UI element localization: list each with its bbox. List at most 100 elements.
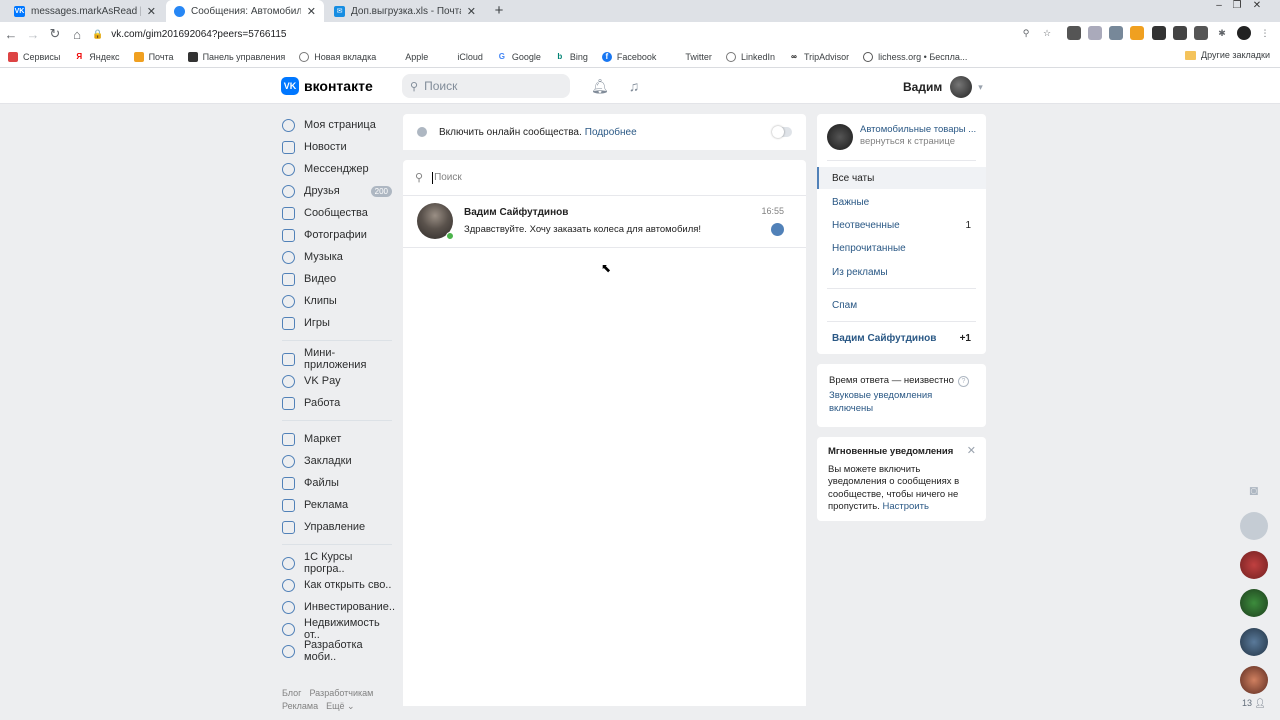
bookmark-newtab[interactable]: Новая вкладка [299,51,376,62]
close-window-icon[interactable]: ✕ [1250,0,1264,14]
close-tab-icon[interactable]: ✕ [307,5,316,18]
chats-count[interactable]: 13 👤︎ [1242,698,1266,709]
nav-messenger[interactable]: Мессенджер [282,158,392,180]
extension-icon[interactable] [1130,26,1144,40]
filter-unanswered[interactable]: Неотвеченные 1 [817,214,986,236]
browser-tab-3[interactable]: ✉ Доп.выгрузка.xls - Почта Mail.ru ✕ [326,0,484,22]
reload-icon[interactable]: ↻ [44,26,66,42]
bookmark-google[interactable]: G Google [496,51,541,62]
back-to-page-link[interactable]: вернуться к странице [860,136,976,148]
camera-icon[interactable]: ◙ [1240,476,1268,504]
sound-notifications-link[interactable]: Звуковые уведомления включены [829,389,974,415]
chat-avatar[interactable] [1240,589,1268,617]
extension-icon[interactable] [1173,26,1187,40]
extension-icon[interactable] [1152,26,1166,40]
nav-photos[interactable]: Фотографии [282,224,392,246]
online-toggle[interactable] [772,126,792,138]
bookmark-icloud[interactable]: iCloud [442,51,483,62]
puzzle-icon[interactable]: ✱ [1215,26,1229,40]
zoom-icon[interactable]: ⚲ [1019,26,1033,40]
nav-files[interactable]: Файлы [282,472,392,494]
new-tab-button[interactable]: + [490,2,508,20]
home-icon[interactable]: ⌂ [66,27,88,42]
extension-icon[interactable] [1109,26,1123,40]
nav-group-realty[interactable]: Недвижимость от.. [282,617,392,641]
footer-devs-link[interactable]: Разработчикам [309,688,373,698]
menu-icon[interactable]: ⋮ [1258,26,1272,40]
nav-group-business[interactable]: Как открыть сво.. [282,574,392,596]
filter-spam[interactable]: Спам [817,294,986,316]
vk-logo[interactable]: VK вконтакте [281,77,373,95]
forward-icon[interactable]: → [22,27,44,42]
nav-clips[interactable]: Клипы [282,290,392,312]
extension-icon[interactable] [1067,26,1081,40]
bookmark-apple[interactable]: Apple [390,51,428,62]
nav-groups[interactable]: Сообщества [282,202,392,224]
community-link[interactable]: Автомобильные товары ... вернуться к стр… [827,124,976,150]
nav-bookmarks[interactable]: Закладки [282,450,392,472]
browser-tab-1[interactable]: VK messages.markAsRead | Разработ ✕ [6,0,164,22]
back-icon[interactable]: ← [0,27,22,42]
nav-my-page[interactable]: Моя страница [282,114,392,136]
nav-group-mobile-dev[interactable]: Разработка моби.. [282,639,392,663]
chat-avatar[interactable] [1240,628,1268,656]
url-field[interactable]: 🔒 vk.com/gim201692064?peers=5766115 [92,29,286,40]
filter-important[interactable]: Важные [817,191,986,213]
chat-avatar[interactable] [1240,512,1268,540]
bookmark-services[interactable]: Сервисы [8,51,60,62]
nav-market[interactable]: Маркет [282,428,392,450]
extension-icon[interactable] [1194,26,1208,40]
star-bookmark-icon[interactable]: ☆ [1040,26,1054,40]
bookmark-yandex[interactable]: Я Яндекс [74,51,120,62]
bell-icon[interactable]: 🔔︎ [591,78,609,94]
filter-from-ads[interactable]: Из рекламы [817,261,986,283]
footer-more-link[interactable]: Ещё ⌄ [326,701,354,711]
bookmark-label: Google [511,51,541,62]
bookmark-twitter[interactable]: Twitter [670,51,712,62]
nav-mini-apps[interactable]: Мини-приложения [282,347,392,371]
nav-music[interactable]: Музыка [282,246,392,268]
maximize-icon[interactable]: ❐ [1230,0,1244,14]
close-icon[interactable]: ✕ [967,445,976,458]
nav-friends[interactable]: Друзья 200 [282,180,392,202]
nav-vk-pay[interactable]: VK Pay [282,370,392,392]
browser-tab-2[interactable]: Сообщения: Автомобильные т ✕ [166,0,324,22]
close-tab-icon[interactable]: ✕ [467,5,476,18]
chat-avatar[interactable] [1240,666,1268,694]
footer-blog-link[interactable]: Блог [282,688,301,698]
dialog-row[interactable]: Вадим Сайфутдинов Здравствуйте. Хочу зак… [403,196,806,248]
nav-group-invest[interactable]: Инвестирование.. [282,596,395,618]
chat-avatar[interactable] [1240,551,1268,579]
header-search-input[interactable]: ⚲ Поиск [402,74,570,98]
extension-icon[interactable] [1088,26,1102,40]
bookmark-bing[interactable]: b Bing [554,51,588,62]
nav-video[interactable]: Видео [282,268,392,290]
user-menu[interactable]: Вадим ▾ [903,76,983,98]
nav-work[interactable]: Работа [282,392,392,414]
nav-group-1c[interactable]: 1С Курсы програ.. [282,551,392,575]
close-tab-icon[interactable]: ✕ [147,5,156,18]
configure-link[interactable]: Настроить [883,501,929,512]
filter-unread[interactable]: Непрочитанные [817,237,986,259]
profile-avatar[interactable] [1237,26,1251,40]
more-info-link[interactable]: Подробнее [585,127,637,138]
nav-manage[interactable]: Управление [282,516,392,538]
bookmark-mail[interactable]: Почта [133,51,174,62]
bookmark-panel[interactable]: Панель управления [187,51,285,62]
footer-ads-link[interactable]: Реклама [282,701,318,711]
nav-ads[interactable]: Реклама [282,494,392,516]
bookmark-lichess[interactable]: lichess.org • Беспла... [863,51,967,62]
filter-all-chats[interactable]: Все чаты [817,167,986,189]
minimize-icon[interactable]: – [1212,0,1226,14]
help-icon[interactable]: ? [957,376,969,387]
bookmark-linkedin[interactable]: LinkedIn [725,51,775,62]
vk-favicon-icon: VK [14,5,25,17]
nav-games[interactable]: Игры [282,312,392,334]
music-note-icon[interactable]: ♫ [626,78,642,94]
messages-search-input[interactable]: ⚲ Поиск [403,160,806,196]
filter-person[interactable]: Вадим Сайфутдинов +1 [817,327,986,349]
other-bookmarks[interactable]: Другие закладки [1185,50,1270,60]
bookmark-tripadvisor[interactable]: ∞ TripAdvisor [788,51,849,62]
bookmark-facebook[interactable]: f Facebook [601,51,656,62]
nav-news[interactable]: Новости [282,136,392,158]
